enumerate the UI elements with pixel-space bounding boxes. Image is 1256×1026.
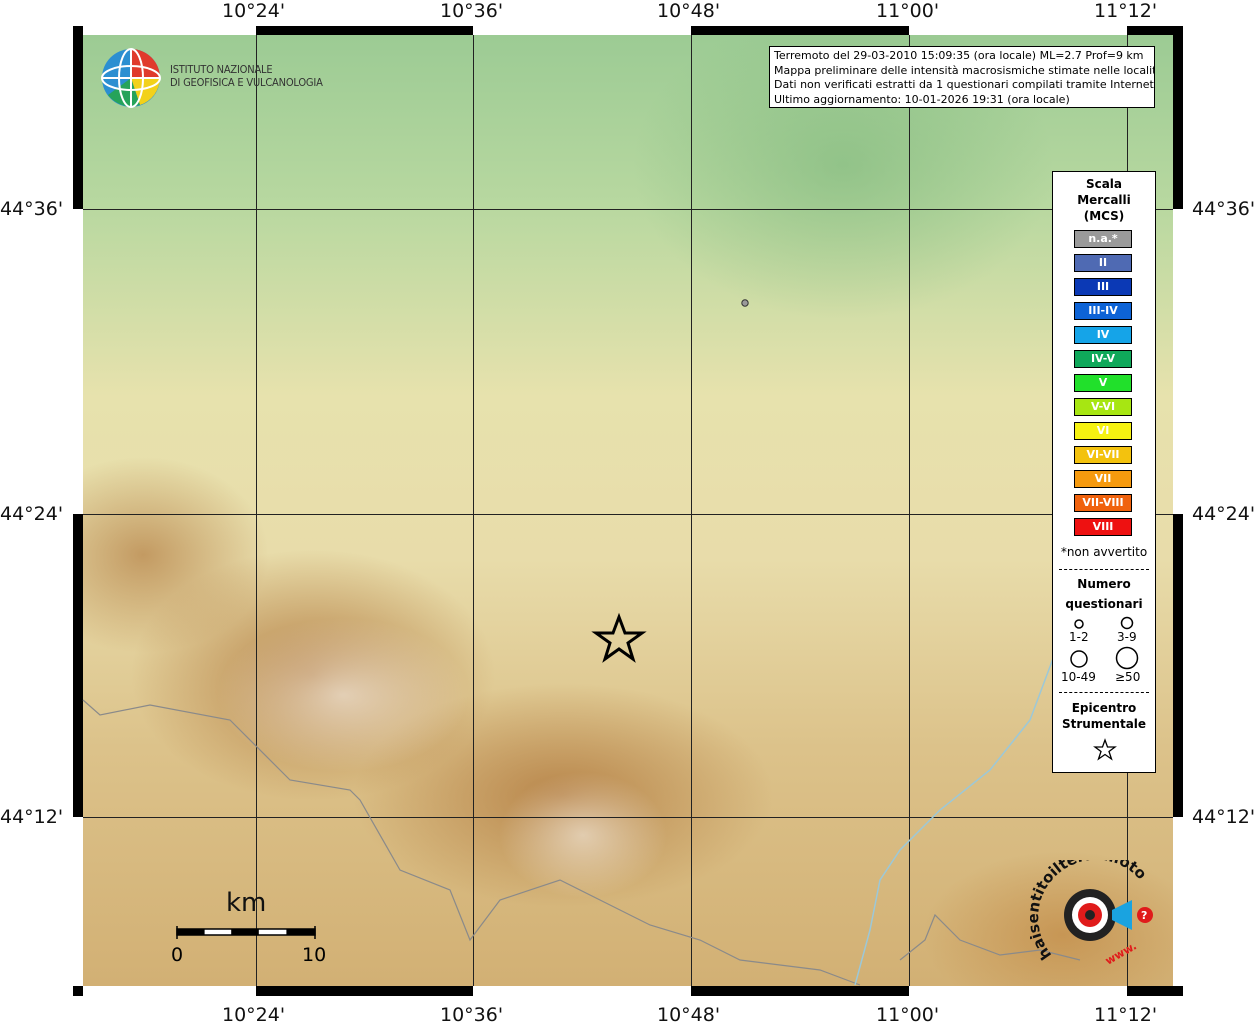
epicenter-legend-star-icon <box>1093 738 1117 761</box>
svg-text:?: ? <box>1141 909 1147 922</box>
intensity-swatch: VII-VIII <box>1074 494 1132 512</box>
count-title-line: questionari <box>1065 597 1143 611</box>
lat-label-right: 44°24' <box>1192 503 1256 525</box>
lon-label-top: 11°12' <box>1094 0 1158 22</box>
lon-label-top: 10°48' <box>657 0 721 22</box>
lat-label-left: 44°36' <box>0 198 64 220</box>
intensity-swatch: IV <box>1074 326 1132 344</box>
count-label: ≥50 <box>1115 670 1141 684</box>
legend-divider <box>1059 569 1149 570</box>
epicenter-title-line: Epicentro <box>1071 701 1137 715</box>
count-label: 10-49 <box>1061 670 1096 684</box>
size-10-49-circle <box>1070 650 1088 668</box>
institute-line: ISTITUTO NAZIONALE <box>170 63 273 76</box>
hsit-logo[interactable]: ? haisentitoilterremoto.it www. <box>1030 860 1170 975</box>
legend-panel: Scala Mercalli (MCS) n.a.* II III III-IV IV I… <box>1052 171 1156 773</box>
hsit-www-text: www. <box>1103 939 1139 967</box>
intensity-swatch: V-VI <box>1074 398 1132 416</box>
intensity-swatch: II <box>1074 254 1132 272</box>
lat-label-right: 44°36' <box>1192 198 1256 220</box>
intensity-swatch: VII <box>1074 470 1132 488</box>
size-50-circle <box>1115 646 1139 670</box>
ingv-globe-logo <box>101 48 161 108</box>
institute-line: DI GEOFISICA E VULCANOLOGIA <box>170 76 323 89</box>
intensity-swatch: n.a.* <box>1074 230 1132 248</box>
legend-title-line: Mercalli <box>1077 193 1131 207</box>
epicenter-star-icon <box>591 612 647 663</box>
scale-start-label: 0 <box>171 944 184 966</box>
scale-bar <box>176 926 316 939</box>
size-3-9-circle <box>1120 616 1134 630</box>
size-1-2-circle <box>1074 619 1084 629</box>
lat-label-right: 44°12' <box>1192 806 1256 828</box>
legend-note: *non avvertito <box>1060 545 1148 559</box>
intensity-swatch: III <box>1074 278 1132 296</box>
institute-name: ISTITUTO NAZIONALE DI GEOFISICA E VULCAN… <box>170 63 323 89</box>
info-line: Ultimo aggiornamento: 10-01-2026 19:31 (… <box>774 92 1070 106</box>
count-label: 3-9 <box>1117 630 1137 644</box>
lon-label-bottom: 10°48' <box>657 1004 721 1026</box>
lon-label-top: 10°24' <box>222 0 286 22</box>
lon-label-bottom: 11°00' <box>876 1004 940 1026</box>
lon-label-top: 11°00' <box>876 0 940 22</box>
epicenter-title: Epicentro Strumentale <box>1053 700 1155 732</box>
intensity-swatch: V <box>1074 374 1132 392</box>
lat-label-left: 44°12' <box>0 806 64 828</box>
questionnaire-marker <box>741 299 749 307</box>
lon-label-bottom: 10°36' <box>440 1004 504 1026</box>
legend-title: Scala Mercalli (MCS) <box>1053 176 1155 224</box>
info-line: Terremoto del 29-03-2010 15:09:35 (ora l… <box>774 49 1144 62</box>
lat-label-left: 44°24' <box>0 503 64 525</box>
scale-unit-label: km <box>226 888 267 918</box>
intensity-swatch: VI-VII <box>1074 446 1132 464</box>
intensity-swatch: VIII <box>1074 518 1132 536</box>
legend-title-line: (MCS) <box>1083 209 1125 223</box>
scale-end-label: 10 <box>302 944 327 966</box>
epicenter-title-line: Strumentale <box>1061 717 1147 731</box>
lon-label-bottom: 11°12' <box>1094 1004 1158 1026</box>
lon-label-top: 10°36' <box>440 0 504 22</box>
region-border <box>82 699 861 986</box>
info-line: Mappa preliminare delle intensità macros… <box>774 63 1155 77</box>
legend-title-line: Scala <box>1085 177 1123 191</box>
info-line: Dati non verificati estratti da 1 questi… <box>774 78 1155 91</box>
intensity-swatch: III-IV <box>1074 302 1132 320</box>
count-title: Numero questionari <box>1053 574 1155 614</box>
intensity-swatch: VI <box>1074 422 1132 440</box>
intensity-swatch: IV-V <box>1074 350 1132 368</box>
count-title-line: Numero <box>1077 577 1131 591</box>
count-label: 1-2 <box>1069 630 1089 644</box>
hsit-megaphone-icon <box>1112 900 1132 930</box>
earthquake-info-box: Terremoto del 29-03-2010 15:09:35 (ora l… <box>769 46 1155 108</box>
lon-label-bottom: 10°24' <box>222 1004 286 1026</box>
legend-divider <box>1059 692 1149 693</box>
